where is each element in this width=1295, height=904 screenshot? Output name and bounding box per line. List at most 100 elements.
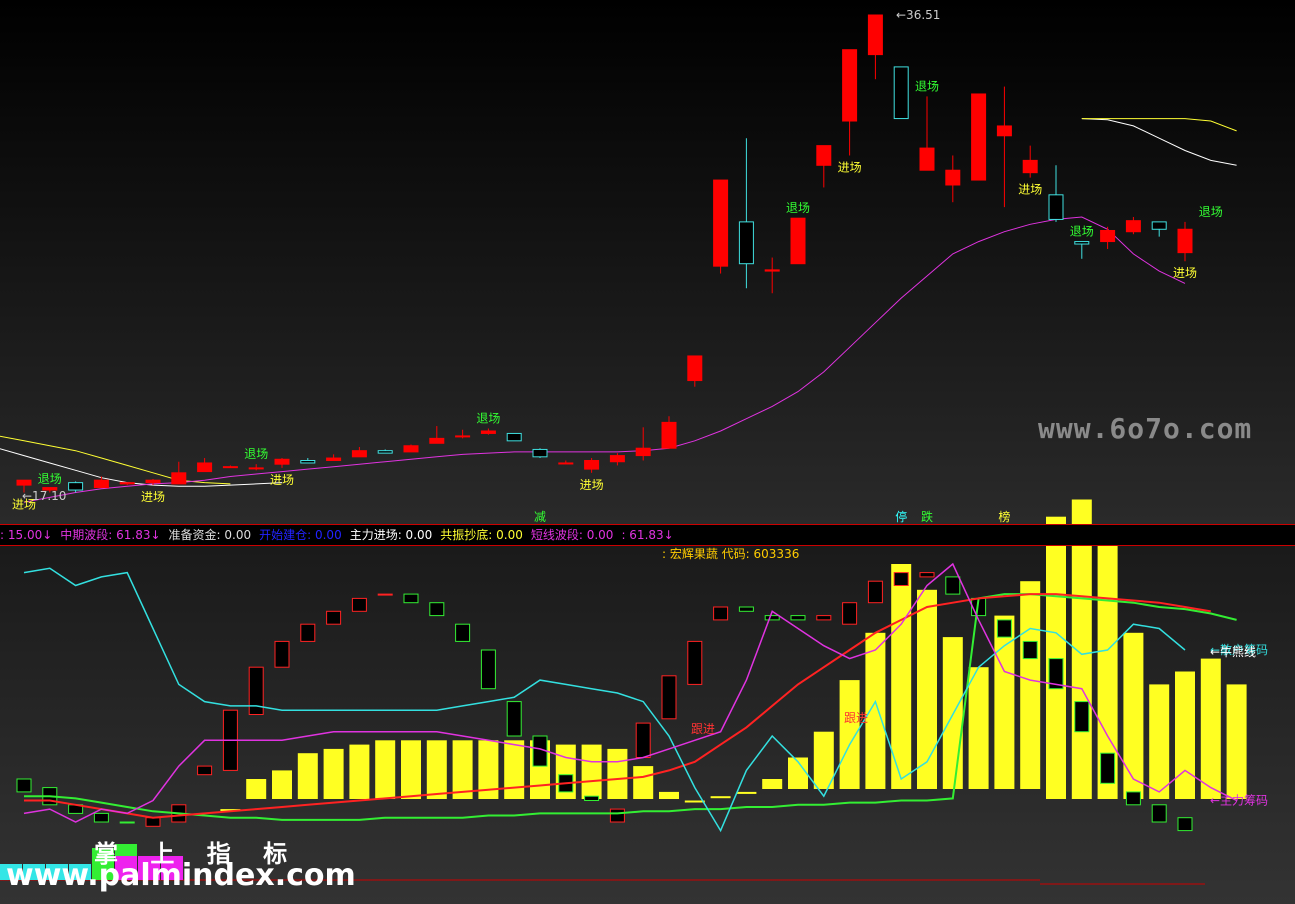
yellow-bar [813, 731, 834, 789]
candle [532, 448, 548, 458]
candle [1022, 159, 1038, 174]
yellow-bar [504, 740, 525, 799]
signal-label: 进场 [141, 490, 165, 504]
chip-box [687, 640, 703, 685]
info-item: 共振抄底: 0.00 [440, 528, 523, 542]
chip-box [609, 808, 625, 823]
chip-box [713, 606, 729, 621]
yellow-bar [917, 589, 937, 789]
candle [842, 49, 858, 122]
yellow-bar [1200, 658, 1221, 799]
chip-box [661, 675, 677, 720]
candle [119, 482, 135, 485]
watermark-site: www.6o7o.com [1038, 412, 1253, 445]
marker-label: 榜 [998, 509, 1010, 524]
series-label: ←牛熊线 [1210, 644, 1256, 659]
signal-label: 退场 [244, 447, 268, 461]
chip-box [919, 572, 935, 578]
yellow-bar [323, 748, 344, 799]
candle [222, 466, 238, 469]
yellow-bar [710, 796, 731, 799]
candle [764, 269, 780, 272]
chip-box [145, 817, 161, 827]
chip-box [93, 812, 109, 823]
signal-label: 退场 [476, 412, 500, 426]
yellow-bar [1149, 684, 1170, 799]
yellow-bar [684, 800, 705, 803]
chip-box [403, 593, 419, 604]
candle [713, 179, 729, 267]
low-price-label: ←17.10 [22, 489, 66, 503]
yellow-bar [426, 740, 447, 799]
info-item: : 15.00↓ [0, 528, 53, 542]
candle [300, 460, 316, 464]
candle [1074, 241, 1090, 245]
candle [16, 479, 32, 486]
candle [996, 125, 1012, 137]
chip-box [867, 580, 883, 604]
candle [1151, 221, 1167, 230]
chip-box [326, 610, 342, 625]
candle [171, 472, 187, 485]
yellow-bar [246, 779, 267, 799]
chip-box [1177, 817, 1193, 832]
marker-label: 减 [534, 510, 546, 524]
yellow-bar [736, 791, 757, 794]
candle [790, 217, 806, 265]
candle [945, 169, 961, 186]
candle [68, 482, 84, 491]
signal-label: 退场 [915, 79, 939, 93]
chip-box [16, 778, 32, 793]
marker-label: 跌 [921, 509, 933, 524]
candle [403, 445, 419, 453]
chip-box [635, 722, 651, 758]
signal-label: 进场 [1018, 183, 1042, 197]
info-item: 中期波段: 61.83↓ [60, 528, 161, 542]
yellow-bar [1046, 516, 1066, 799]
kline-chart[interactable]: 进场退场进场退场进场退场进场退场进场退场进场退场进场退场减停跌榜←36.51←1… [0, 0, 1295, 904]
follow-label: 跟进 [691, 722, 715, 736]
candle [1048, 194, 1064, 220]
candle [816, 145, 832, 166]
candle [274, 458, 290, 465]
chip-box [842, 602, 858, 625]
candle [971, 93, 987, 181]
chip-box [377, 593, 393, 596]
candle [145, 479, 161, 484]
candle [867, 14, 883, 56]
chip-box [506, 701, 522, 737]
chip-box [738, 606, 754, 612]
candle [1177, 228, 1193, 254]
series-label: ←主力筹码 [1210, 794, 1268, 808]
marker-label: 停 [895, 509, 907, 524]
candle [429, 437, 445, 444]
signal-label: 进场 [838, 160, 862, 174]
chip-box [1022, 640, 1038, 660]
info-item: 开始建仓: 0.00 [259, 528, 342, 542]
chip-box [197, 765, 213, 776]
info-item: 短线波段: 0.00 [530, 528, 614, 542]
signal-label: 退场 [786, 201, 810, 215]
yellow-bar [968, 667, 989, 789]
chip-box [996, 619, 1012, 638]
chip-box [1100, 752, 1116, 784]
chip-box [274, 640, 290, 668]
high-price-label: ←36.51 [896, 8, 940, 22]
yellow-bar [272, 770, 292, 799]
chip-box [893, 572, 909, 586]
info-item: 准备资金: 0.00 [168, 528, 252, 542]
chip-box [764, 615, 780, 621]
chip-box [455, 623, 471, 642]
chip-box [790, 615, 806, 621]
candle [635, 447, 651, 457]
yellow-bar [633, 766, 654, 799]
chip-box [945, 576, 961, 595]
info-item: 主力进场: 0.00 [349, 528, 433, 542]
yellow-bar [762, 779, 783, 789]
info-item: : 61.83↓ [621, 528, 674, 542]
chip-box [1151, 804, 1167, 823]
yellow-bar [607, 748, 628, 799]
yellow-bar [452, 740, 473, 799]
chip-box [119, 821, 135, 824]
yellow-bar [1123, 632, 1144, 799]
